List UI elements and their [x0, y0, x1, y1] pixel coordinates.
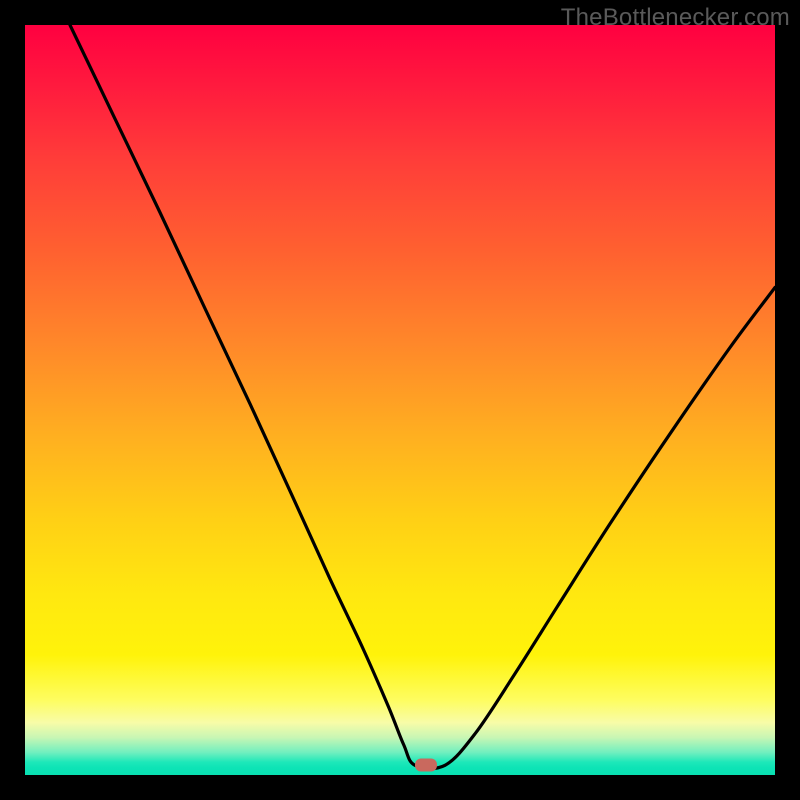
attribution-text: TheBottlenecker.com	[561, 4, 790, 32]
bottleneck-curve	[25, 25, 775, 775]
optimum-marker	[415, 759, 437, 772]
chart-frame: TheBottlenecker.com	[0, 0, 800, 800]
plot-area	[25, 25, 775, 775]
